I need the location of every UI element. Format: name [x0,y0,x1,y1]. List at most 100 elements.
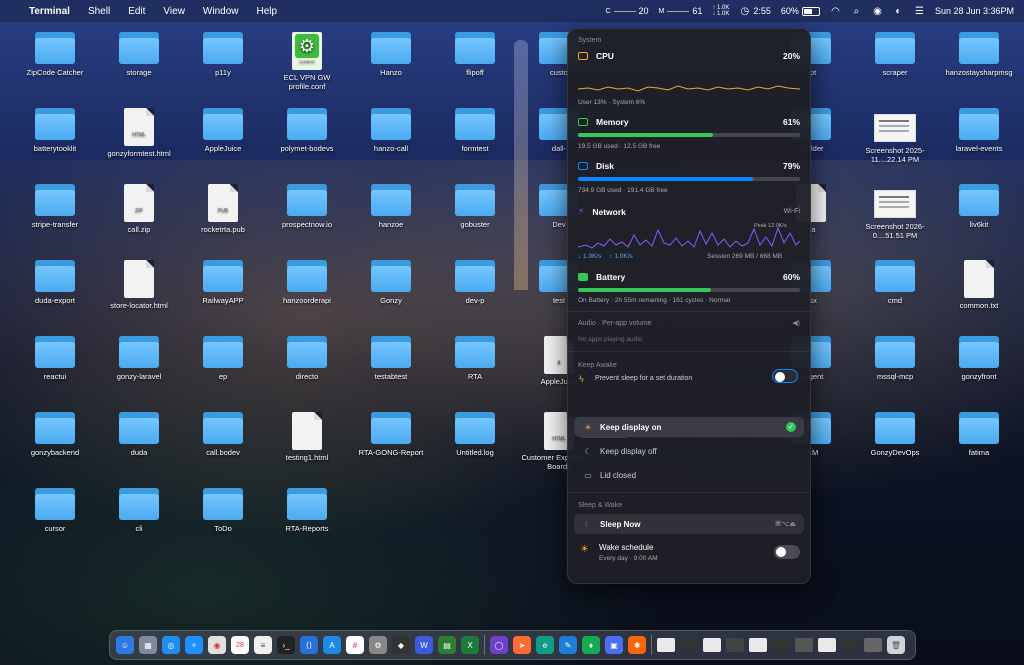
calendar-icon[interactable]: 28 [231,636,249,654]
desktop-icon[interactable]: gobuster [435,184,515,229]
battery-row[interactable]: Battery 60% [578,272,800,282]
menu-shell[interactable]: Shell [79,6,119,17]
desktop-icon[interactable]: gonzyfront [939,336,1019,381]
notes-icon[interactable]: ≡ [254,636,272,654]
battery-time-item[interactable]: ◷ 2:55 [739,6,771,17]
slack-icon[interactable]: # [346,636,364,654]
terminal-icon[interactable]: ›_ [277,636,295,654]
wifi-icon[interactable]: ◠ [830,6,841,17]
speaker-icon[interactable]: ◀) [792,319,800,327]
settings-icon[interactable]: ⚙ [369,636,387,654]
cursor-icon[interactable]: ◆ [392,636,410,654]
desktop-icon[interactable]: RTA-Reports [267,488,347,533]
chrome-icon[interactable]: ◉ [208,636,226,654]
desktop-icon[interactable]: storage [99,32,179,77]
lid-closed-option[interactable]: ▭ Lid closed [574,465,804,485]
desktop-icon[interactable]: cmd [855,260,935,305]
desktop-icon[interactable]: RTA-GONG-Report [351,412,431,457]
pen-app-icon[interactable]: ✎ [559,636,577,654]
prevent-sleep-toggle[interactable] [772,369,798,383]
desktop-icon[interactable]: testing1.html [267,412,347,462]
desktop-icon[interactable]: liv6kit [939,184,1019,229]
desktop-icon[interactable]: call.bodev [183,412,263,457]
app-store-icon[interactable]: A [323,636,341,654]
desktop-icon[interactable]: testabtest [351,336,431,381]
desktop-icon[interactable]: RTA [435,336,515,381]
vscode-icon[interactable]: ⟨⟩ [300,636,318,654]
desktop-icon[interactable]: duda [99,412,179,457]
swift-icon[interactable]: ➤ [513,636,531,654]
desktop-icon[interactable]: prospectnow.io [267,184,347,229]
minimized-window[interactable] [795,638,813,652]
battery-status-item[interactable]: 60% [781,6,820,16]
desktop-icon[interactable]: stripe-transfer [15,184,95,229]
minimized-window[interactable] [818,638,836,652]
menu-help[interactable]: Help [248,6,287,17]
desktop-icon[interactable]: ZIP call.zip [99,184,179,234]
keep-display-on-option[interactable]: ☀ Keep display on ✓ [574,417,804,437]
mongodb-icon[interactable]: ♦ [582,636,600,654]
desktop-icon[interactable]: AppleJuice [183,108,263,153]
desktop-icon[interactable]: HTML gonzyformtest.html [99,108,179,158]
desktop-icon[interactable]: ToDo [183,488,263,533]
desktop-icon[interactable]: gonzy-laravel [99,336,179,381]
desktop-icon[interactable]: formtest [435,108,515,153]
desktop-icon[interactable]: Hanzo [351,32,431,77]
desktop-icon[interactable]: Untitled.log [435,412,515,457]
finder-icon[interactable]: ☺ [116,636,134,654]
claude-icon[interactable]: ✱ [628,636,646,654]
menu-view[interactable]: View [154,6,194,17]
trash-icon[interactable]: 🗑 [887,636,905,654]
search-icon[interactable]: ⌕ [851,6,862,17]
desktop-icon[interactable]: hanzoorderapi [267,260,347,305]
messages-icon[interactable]: ▣ [605,636,623,654]
desktop-icon[interactable]: hanzoe [351,184,431,229]
memory-row[interactable]: Memory 61% [578,117,800,127]
desktop-icon[interactable]: Screenshot 2025-11....22.14 PM [855,108,935,164]
desktop-icon[interactable]: reactui [15,336,95,381]
launchpad-icon[interactable]: ▦ [139,636,157,654]
minimized-window[interactable] [657,638,675,652]
desktop-icon[interactable]: flipoff [435,32,515,77]
desktop-icon[interactable]: scraper [855,32,935,77]
ai-app-icon[interactable]: ◎ [162,636,180,654]
desktop-icon[interactable]: GonzyDevOps [855,412,935,457]
edge-icon[interactable]: e [536,636,554,654]
desktop-icon[interactable]: ZipCode Catcher [15,32,95,77]
keep-display-off-option[interactable]: ☾ Keep display off [574,441,804,461]
desktop-icon[interactable]: directo [267,336,347,381]
desktop-icon[interactable]: ECL VPN GW profile.conf [267,32,347,91]
desktop-icon[interactable]: Screenshot 2026-0....51.51 PM [855,184,935,240]
menu-window[interactable]: Window [194,6,248,17]
network-status-item[interactable]: ↑ 1.0K ↓ 1.0K [712,5,729,17]
sleep-now-button[interactable]: ☾ Sleep Now ⌘⌥⏏ [574,514,804,534]
cpu-status-item[interactable]: C 20 [605,6,648,16]
disk-row[interactable]: Disk 79% [578,161,800,171]
desktop-icon[interactable]: hanzo-call [351,108,431,153]
github-icon[interactable]: ◯ [490,636,508,654]
safari-icon[interactable]: ✧ [185,636,203,654]
cpu-row[interactable]: CPU 20% [578,51,800,61]
wake-schedule-toggle[interactable] [774,545,800,559]
network-row[interactable]: ⚡ Network Wi-Fi [578,206,800,217]
memory-status-item[interactable]: M 61 [659,6,703,16]
desktop-icon[interactable]: dev-p [435,260,515,305]
sheets-icon[interactable]: ▤ [438,636,456,654]
desktop-icon[interactable]: PUB rocketrta.pub [183,184,263,234]
desktop-icon[interactable]: hanzostaysharpmsg [939,32,1019,77]
minimized-window[interactable] [680,638,698,652]
user-icon[interactable]: ◐ [893,6,904,17]
desktop-icon[interactable]: Gonzy [351,260,431,305]
minimized-window[interactable] [841,638,859,652]
app-menu-terminal[interactable]: Terminal [20,6,79,17]
w-app-icon[interactable]: W [415,636,433,654]
minimized-window[interactable] [749,638,767,652]
minimized-window[interactable] [772,638,790,652]
menu-edit[interactable]: Edit [119,6,154,17]
minimized-window[interactable] [864,638,882,652]
desktop-icon[interactable]: RailwayAPP [183,260,263,305]
menu-clock[interactable]: Sun 28 Jun 3:36PM [935,6,1014,16]
desktop-icon[interactable]: laravel-events [939,108,1019,153]
minimized-window[interactable] [726,638,744,652]
desktop-icon[interactable]: cursor [15,488,95,533]
